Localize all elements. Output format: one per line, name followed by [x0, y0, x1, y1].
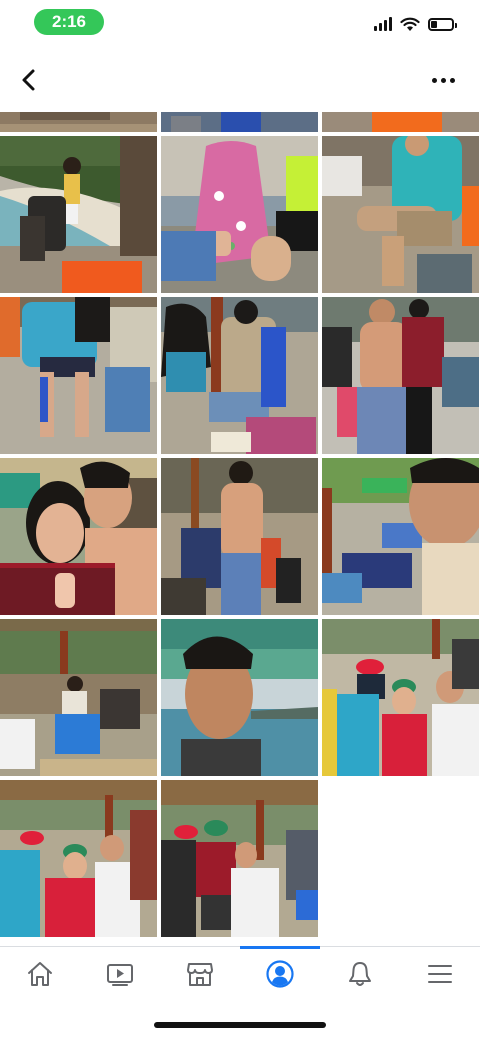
bottom-tab-bar [0, 946, 480, 1009]
tab-notifications[interactable] [320, 947, 400, 1007]
photo-beach-person-bags[interactable] [0, 136, 157, 293]
photo-group-red-cap[interactable] [322, 619, 479, 776]
marketplace-shop-icon [187, 963, 213, 986]
back-button[interactable] [14, 65, 44, 95]
tab-home[interactable] [0, 947, 80, 1007]
more-horizontal-icon [431, 77, 437, 83]
photo-group-under-hut[interactable] [0, 619, 157, 776]
profile-icon [266, 960, 294, 988]
photo-group-hut-right[interactable] [161, 780, 318, 937]
photo-woman-striped-shirt-chair[interactable] [161, 297, 318, 454]
photo-partial[interactable] [0, 112, 157, 132]
wifi-icon [400, 17, 420, 31]
status-bar: 2:16 [0, 0, 480, 50]
more-options-button[interactable] [428, 69, 458, 91]
photo-shirtless-man-group[interactable] [322, 297, 479, 454]
photo-selfie-couple[interactable] [0, 458, 157, 615]
photo-woman-floral-dress-seated[interactable] [161, 136, 318, 293]
photo-man-teal-shirt-seated[interactable] [322, 136, 479, 293]
bell-icon [349, 962, 371, 986]
photo-girls-blue-chairs[interactable] [0, 297, 157, 454]
home-indicator [154, 1022, 326, 1028]
photo-man-smiling-sea[interactable] [161, 619, 318, 776]
photo-grid [0, 112, 480, 940]
tab-marketplace[interactable] [160, 947, 240, 1007]
photo-partial[interactable] [161, 112, 318, 132]
home-icon [28, 962, 52, 986]
photo-selfie-man-hammocks[interactable] [322, 458, 479, 615]
tab-menu[interactable] [400, 947, 480, 1007]
menu-icon [428, 965, 452, 983]
cellular-signal-icon [374, 17, 392, 31]
status-time: 2:16 [34, 9, 104, 35]
photo-partial[interactable] [322, 112, 479, 132]
photo-shirtless-man-standing[interactable] [161, 458, 318, 615]
video-play-icon [107, 964, 133, 986]
chevron-left-icon [22, 69, 35, 91]
status-icons [374, 14, 457, 34]
photo-group-hut-left[interactable] [0, 780, 157, 937]
battery-icon [428, 17, 457, 31]
tab-watch[interactable] [80, 947, 160, 1007]
tab-profile[interactable] [240, 946, 320, 1007]
nav-bar [0, 55, 480, 105]
